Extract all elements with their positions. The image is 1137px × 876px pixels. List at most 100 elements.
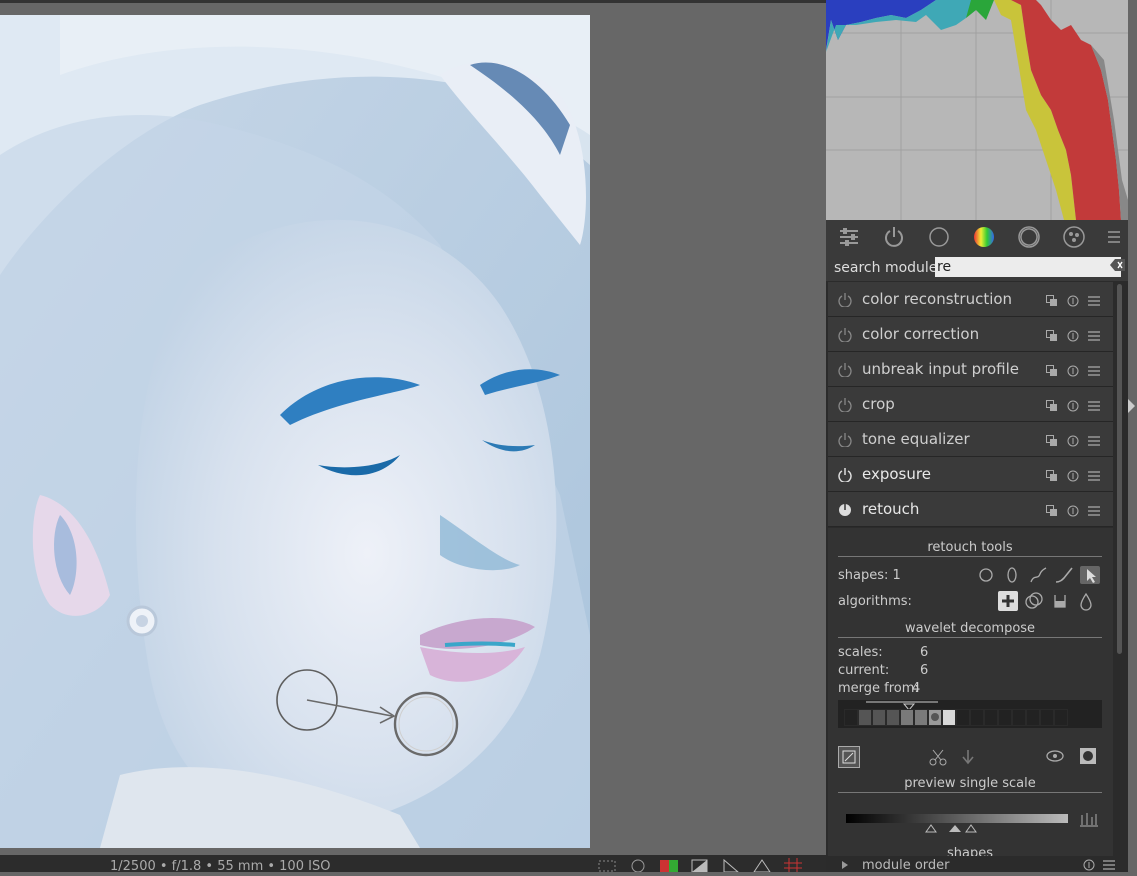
- module-group-tabs: [826, 220, 1128, 254]
- levels-markers[interactable]: [924, 824, 1004, 834]
- scales-label: scales:: [838, 645, 883, 660]
- module-presets-icon[interactable]: [1088, 397, 1100, 411]
- retouch-module-panel: retouch tools shapes: 1 algorithms: wave…: [828, 528, 1113, 872]
- multi-instance-icon[interactable]: [1046, 327, 1058, 341]
- brush-shape-icon[interactable]: [1054, 566, 1074, 588]
- module-presets-icon[interactable]: [1088, 327, 1100, 341]
- focus-peaking-icon[interactable]: [596, 858, 618, 872]
- reset-icon[interactable]: [1067, 327, 1079, 342]
- merge-from-label: merge from:: [838, 681, 919, 696]
- clipping-icon[interactable]: [751, 858, 773, 873]
- module-tone-equalizer[interactable]: tone equalizer: [828, 422, 1113, 457]
- module-color-reconstruction[interactable]: color reconstruction: [828, 282, 1113, 317]
- multi-instance-icon[interactable]: [1046, 502, 1058, 516]
- raw-overexposed-icon[interactable]: [720, 858, 742, 873]
- right-panel: search module re color reconstruction co…: [826, 0, 1128, 873]
- histogram[interactable]: [826, 0, 1128, 220]
- correction-modules-icon[interactable]: [1006, 220, 1051, 254]
- fill-algorithm-icon[interactable]: [1050, 591, 1070, 615]
- module-presets-icon[interactable]: [1088, 432, 1100, 446]
- wavelet-scale-selector[interactable]: [838, 700, 1102, 728]
- section-preview-single-scale: preview single scale: [838, 776, 1102, 793]
- multi-instance-icon[interactable]: [1046, 467, 1058, 481]
- power-off-icon[interactable]: [838, 432, 852, 448]
- show-hide-shapes-icon[interactable]: [1080, 566, 1100, 588]
- path-shape-icon[interactable]: [1028, 566, 1048, 588]
- gamut-check-icon[interactable]: [689, 858, 711, 873]
- module-exposure[interactable]: exposure: [828, 457, 1113, 492]
- preview-levels-gradient[interactable]: [846, 814, 1068, 823]
- power-off-icon[interactable]: [838, 362, 852, 378]
- circle-shape-icon[interactable]: [976, 566, 996, 588]
- current-label: current:: [838, 663, 890, 678]
- scales-value: 6: [920, 645, 929, 660]
- photo-preview[interactable]: [0, 15, 590, 848]
- search-module-label: search module: [834, 260, 938, 276]
- color-modules-icon[interactable]: [961, 220, 1006, 254]
- softproof-icon[interactable]: [658, 858, 680, 872]
- algorithms-label: algorithms:: [838, 594, 912, 609]
- auto-levels-icon[interactable]: [1080, 811, 1098, 831]
- clear-search-icon[interactable]: [1110, 257, 1126, 271]
- module-order-label: module order: [862, 858, 950, 873]
- module-presets-icon[interactable]: [1088, 502, 1100, 516]
- reset-icon[interactable]: [1067, 362, 1079, 377]
- module-name: tone equalizer: [862, 430, 970, 448]
- merge-from-value: 4: [912, 681, 921, 696]
- heal-algorithm-icon[interactable]: [998, 591, 1018, 615]
- reset-icon[interactable]: [1067, 292, 1079, 307]
- module-presets-icon[interactable]: [1088, 362, 1100, 376]
- portrait-image: [0, 15, 590, 848]
- color-assessment-icon[interactable]: [627, 858, 649, 873]
- effect-modules-icon[interactable]: [1051, 220, 1096, 254]
- cut-shapes-icon[interactable]: [928, 747, 948, 771]
- image-canvas[interactable]: [0, 3, 826, 855]
- section-retouch-tools: retouch tools: [838, 540, 1102, 557]
- module-color-correction[interactable]: color correction: [828, 317, 1113, 352]
- active-modules-icon[interactable]: [871, 220, 916, 254]
- module-retouch[interactable]: retouch: [828, 492, 1113, 527]
- module-order-reset-icon[interactable]: [1083, 859, 1095, 871]
- module-unbreak-input-profile[interactable]: unbreak input profile: [828, 352, 1113, 387]
- multi-instance-icon[interactable]: [1046, 362, 1058, 376]
- power-off-icon[interactable]: [838, 292, 852, 308]
- presets-menu-icon[interactable]: [1100, 220, 1128, 254]
- module-order-bar: module order: [828, 856, 1128, 873]
- module-name: color correction: [862, 325, 980, 343]
- search-module-input[interactable]: re: [935, 257, 1121, 277]
- multi-instance-icon[interactable]: [1046, 292, 1058, 306]
- reset-icon[interactable]: [1067, 397, 1079, 412]
- suppress-mask-icon[interactable]: [1079, 747, 1097, 769]
- show-mask-icon[interactable]: [1045, 748, 1065, 768]
- power-off-icon[interactable]: [838, 327, 852, 343]
- multi-instance-icon[interactable]: [1046, 432, 1058, 446]
- quick-access-icon[interactable]: [826, 220, 871, 254]
- right-panel-collapse-icon[interactable]: [1126, 396, 1137, 416]
- power-off-icon[interactable]: [838, 397, 852, 413]
- reset-icon[interactable]: [1067, 467, 1079, 482]
- module-list: color reconstruction color correction un…: [828, 282, 1113, 527]
- base-modules-icon[interactable]: [916, 220, 961, 254]
- ellipse-shape-icon[interactable]: [1002, 566, 1022, 588]
- module-crop[interactable]: crop: [828, 387, 1113, 422]
- reset-icon[interactable]: [1067, 432, 1079, 447]
- display-wavelet-scale-icon[interactable]: [838, 746, 860, 772]
- clone-algorithm-icon[interactable]: [1024, 591, 1044, 615]
- section-wavelet-decompose: wavelet decompose: [838, 621, 1102, 638]
- module-name: crop: [862, 395, 895, 413]
- blur-algorithm-icon[interactable]: [1076, 591, 1096, 615]
- expand-arrow-icon[interactable]: [840, 860, 850, 870]
- multi-instance-icon[interactable]: [1046, 397, 1058, 411]
- module-name: color reconstruction: [862, 290, 1013, 308]
- module-presets-icon[interactable]: [1088, 292, 1100, 306]
- power-on-icon[interactable]: [838, 467, 852, 483]
- module-presets-icon[interactable]: [1088, 467, 1100, 481]
- bottom-info-bar: 1/2500 • f/1.8 • 55 mm • 100 ISO: [0, 855, 826, 874]
- guides-icon[interactable]: [782, 858, 804, 872]
- paste-shapes-icon[interactable]: [958, 747, 978, 771]
- reset-icon[interactable]: [1067, 502, 1079, 517]
- module-order-presets-icon[interactable]: [1103, 859, 1115, 871]
- module-scrollbar[interactable]: [1117, 284, 1122, 654]
- module-name: retouch: [862, 500, 920, 518]
- power-on-icon[interactable]: [838, 502, 852, 516]
